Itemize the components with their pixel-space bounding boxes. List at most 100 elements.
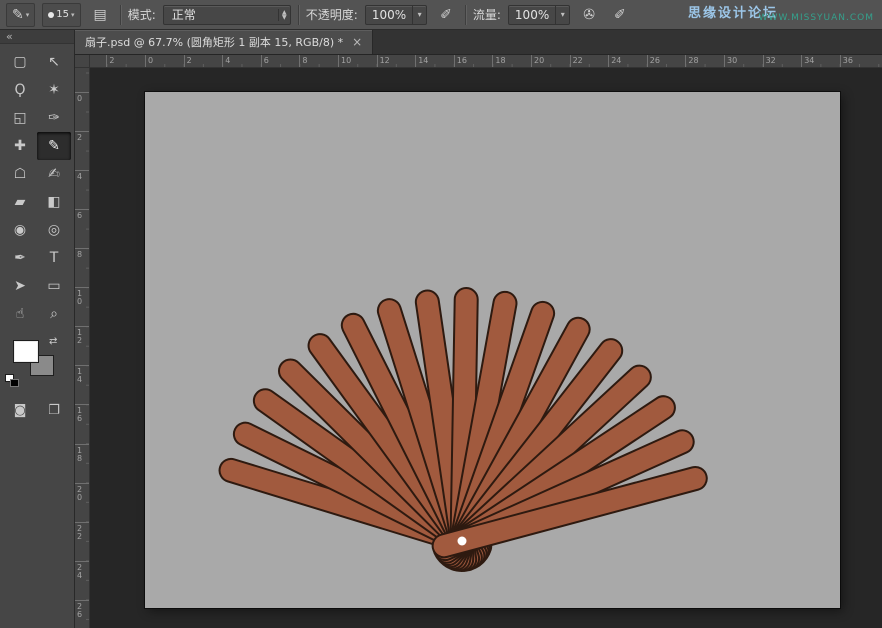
blur-icon: ◉ xyxy=(14,222,26,238)
quick-mask-tool[interactable]: ◙ xyxy=(3,398,37,422)
pen-tool[interactable]: ✒ xyxy=(3,244,37,272)
crop-tool[interactable]: ◱ xyxy=(3,104,37,132)
hand-tool[interactable]: ☝ xyxy=(3,300,37,328)
flow-label: 流量: xyxy=(473,6,501,23)
ruler-label: 1 4 xyxy=(77,368,82,384)
separator xyxy=(298,5,299,25)
clone-stamp-icon: ☖ xyxy=(14,166,27,182)
chevron-down-icon: ▾ xyxy=(71,11,75,19)
ruler-label: 36 xyxy=(843,56,853,65)
opacity-dropdown[interactable]: 100% ▾ xyxy=(365,5,427,25)
ruler-label: 0 xyxy=(148,56,153,65)
brush-preset-picker[interactable]: 15 ▾ xyxy=(42,3,80,27)
lasso-icon: Ϙ xyxy=(14,82,25,98)
move-icon: ↖ xyxy=(48,54,60,70)
type-tool[interactable]: T xyxy=(37,244,71,272)
ruler-tick xyxy=(531,55,532,68)
default-colors-icon[interactable] xyxy=(5,374,21,388)
ruler-label: 2 xyxy=(187,56,192,65)
move-tool[interactable]: ↖ xyxy=(37,48,71,76)
brush-panel-icon: ▤ xyxy=(94,7,107,23)
options-bar: ✎ ▾ 15 ▾ ▤ 模式: 正常 ▲▼ 不透明度: 100% ▾ ✐ 流量: … xyxy=(0,0,882,30)
blend-mode-dropdown[interactable]: 正常 ▲▼ xyxy=(163,5,291,25)
pen-icon: ✒ xyxy=(14,250,26,266)
ruler-tick xyxy=(75,92,90,93)
flow-value: 100% xyxy=(509,8,555,22)
ruler-label: 1 6 xyxy=(77,407,82,423)
toggle-brush-panel-button[interactable]: ▤ xyxy=(88,3,113,27)
close-icon[interactable]: × xyxy=(352,35,362,49)
rectangular-marquee-icon: ▢ xyxy=(13,54,26,70)
ruler-label: 16 xyxy=(457,56,467,65)
toolbar-collapse-button[interactable]: « xyxy=(0,30,74,44)
ruler-tick xyxy=(75,365,90,366)
airbrush-toggle-button[interactable]: ✇ xyxy=(577,3,601,27)
healing-brush-tool[interactable]: ✚ xyxy=(3,132,37,160)
quick-selection-tool[interactable]: ✶ xyxy=(37,76,71,104)
ruler-label: 6 xyxy=(77,212,82,220)
pressure-opacity-button[interactable]: ✐ xyxy=(434,3,458,27)
path-selection-tool[interactable]: ➤ xyxy=(3,272,37,300)
ruler-label: 24 xyxy=(611,56,621,65)
ruler-label: 2 4 xyxy=(77,564,82,580)
tool-preset-picker[interactable]: ✎ ▾ xyxy=(6,3,35,27)
ruler-tick xyxy=(75,287,90,288)
history-brush-icon: ✍ xyxy=(48,166,60,182)
rounded-rectangle-tool[interactable]: ▭ xyxy=(37,272,71,300)
ruler-tick xyxy=(454,55,455,68)
ruler-label: 18 xyxy=(495,56,505,65)
chevron-down-icon: ▾ xyxy=(26,11,30,19)
brush-icon: ✎ xyxy=(48,138,60,154)
ruler-tick xyxy=(647,55,648,68)
document-canvas[interactable] xyxy=(145,92,840,608)
chevron-down-icon: ▾ xyxy=(555,6,569,24)
ruler-label: 1 2 xyxy=(77,329,82,345)
eyedropper-icon: ✑ xyxy=(48,110,60,126)
eraser-tool[interactable]: ▰ xyxy=(3,188,37,216)
document-tab-title: 扇子.psd @ 67.7% (圆角矩形 1 副本 15, RGB/8) * xyxy=(85,34,343,50)
ruler-label: 0 xyxy=(77,95,82,103)
lasso-tool[interactable]: Ϙ xyxy=(3,76,37,104)
brush-tool[interactable]: ✎ xyxy=(37,132,71,160)
gradient-icon: ◧ xyxy=(47,194,60,210)
document-tab[interactable]: 扇子.psd @ 67.7% (圆角矩形 1 副本 15, RGB/8) * × xyxy=(75,30,373,54)
dodge-tool[interactable]: ◎ xyxy=(37,216,71,244)
ruler-label: 6 xyxy=(264,56,269,65)
clone-stamp-tool[interactable]: ☖ xyxy=(3,160,37,188)
ruler-tick xyxy=(415,55,416,68)
document-tab-bar: 扇子.psd @ 67.7% (圆角矩形 1 副本 15, RGB/8) * × xyxy=(75,30,882,55)
ruler-tick xyxy=(75,561,90,562)
ruler-tick xyxy=(299,55,300,68)
tool-bottom-row: ◙❐ xyxy=(3,398,71,422)
screen-mode-tool[interactable]: ❐ xyxy=(37,398,71,422)
hand-icon: ☝ xyxy=(16,306,25,322)
ruler-label: 2 6 xyxy=(77,603,82,619)
blur-tool[interactable]: ◉ xyxy=(3,216,37,244)
history-brush-tool[interactable]: ✍ xyxy=(37,160,71,188)
swap-colors-icon[interactable]: ⇄ xyxy=(49,336,57,347)
ruler-tick xyxy=(570,55,571,68)
watermark-url: WWW.MISSYUAN.COM xyxy=(759,13,874,23)
photoshop-window: ✎ ▾ 15 ▾ ▤ 模式: 正常 ▲▼ 不透明度: 100% ▾ ✐ 流量: … xyxy=(0,0,882,628)
foreground-color-swatch[interactable] xyxy=(14,341,38,362)
type-icon: T xyxy=(50,250,59,266)
eyedropper-tool[interactable]: ✑ xyxy=(37,104,71,132)
ruler-label: 2 xyxy=(77,134,82,142)
tablet-pressure-icon: ✐ xyxy=(440,7,452,23)
ruler-label: 4 xyxy=(225,56,230,65)
ruler-tick xyxy=(75,483,90,484)
zoom-tool[interactable]: ⌕ xyxy=(37,300,71,328)
brush-size-value: 15 xyxy=(56,9,69,20)
rectangular-marquee-tool[interactable]: ▢ xyxy=(3,48,37,76)
pressure-size-button[interactable]: ✐ xyxy=(608,3,632,27)
ruler-label: 1 8 xyxy=(77,447,82,463)
ruler-corner xyxy=(75,55,90,68)
tablet-pressure-icon: ✐ xyxy=(614,7,626,23)
fan-pivot-dot xyxy=(458,537,467,546)
ruler-tick xyxy=(75,131,90,132)
dodge-icon: ◎ xyxy=(48,222,60,238)
flow-dropdown[interactable]: 100% ▾ xyxy=(508,5,570,25)
ruler-label: 8 xyxy=(302,56,307,65)
ruler-tick xyxy=(685,55,686,68)
gradient-tool[interactable]: ◧ xyxy=(37,188,71,216)
